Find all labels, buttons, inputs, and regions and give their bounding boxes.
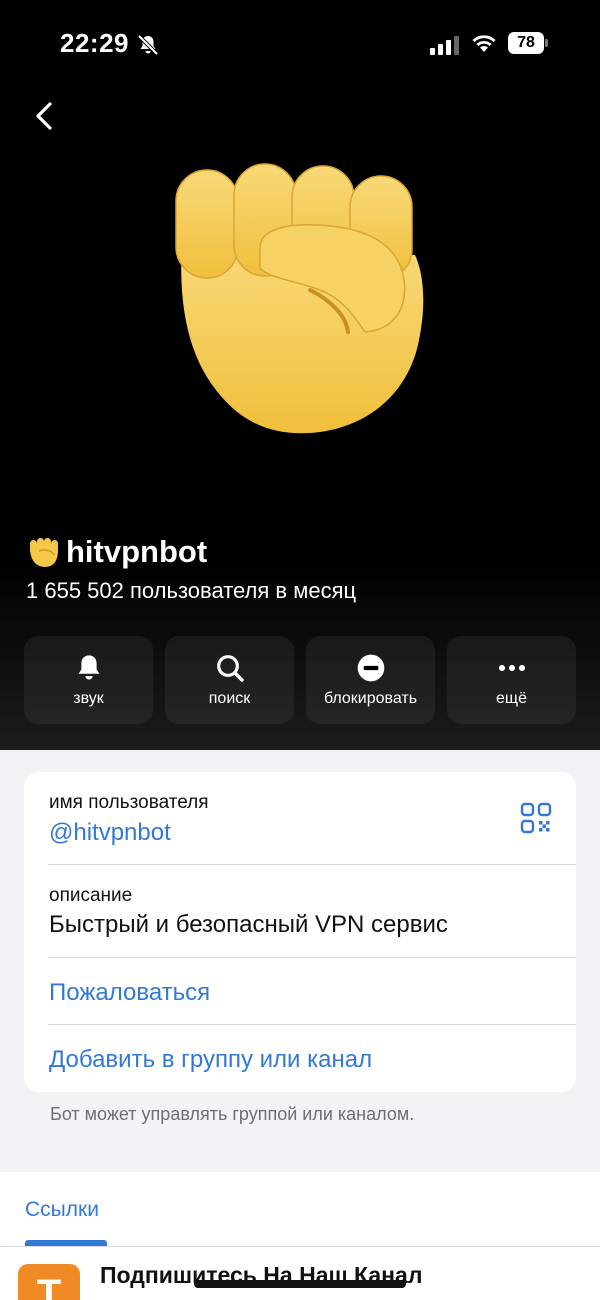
block-icon — [357, 654, 384, 682]
sound-label: звук — [73, 690, 104, 707]
bell-icon — [78, 655, 99, 680]
battery-indicator: 78 — [508, 32, 548, 54]
bot-permission-hint: Бот может управлять группой или каналом. — [50, 1104, 415, 1124]
username-row[interactable]: имя пользователя @hitvpnbot — [24, 772, 576, 864]
block-label: блокировать — [323, 690, 418, 707]
raised-fist-emoji-icon — [30, 538, 58, 567]
status-time: 22:29 — [60, 28, 129, 58]
profile-header: 22:29 78 hitvpnbot 1 655 502 пользовател… — [0, 0, 600, 750]
qr-code-icon[interactable] — [520, 802, 552, 834]
search-label: поиск — [208, 690, 251, 707]
search-button[interactable]: поиск — [165, 636, 294, 724]
add-to-group-row[interactable]: Добавить в группу или канал — [24, 1025, 576, 1092]
divider — [0, 1246, 600, 1247]
link-thumbnail[interactable]: T — [18, 1264, 80, 1300]
description-row: описание Быстрый и безопасный VPN сервис — [24, 865, 576, 957]
profile-name-text: hitvpnbot — [66, 534, 208, 569]
cellular-signal-icon — [430, 36, 459, 55]
profile-name: hitvpnbot — [26, 534, 207, 570]
profile-subscribers: 1 655 502 пользователя в месяц — [26, 578, 357, 603]
info-card: имя пользователя @hitvpnbot описание Быс… — [24, 772, 576, 1092]
block-button[interactable]: блокировать — [306, 636, 435, 724]
status-bar: 22:29 78 — [0, 28, 600, 62]
bell-off-icon — [137, 34, 159, 56]
tab-links[interactable]: Ссылки — [25, 1198, 99, 1222]
report-row[interactable]: Пожаловаться — [24, 958, 576, 1024]
report-button[interactable]: Пожаловаться — [49, 979, 210, 1007]
more-label: ещё — [496, 690, 527, 707]
back-chevron-icon[interactable] — [28, 96, 64, 136]
raised-fist-avatar — [175, 163, 424, 434]
add-to-group-button[interactable]: Добавить в группу или канал — [49, 1046, 372, 1074]
action-buttons: звук поиск блокировать ещё — [24, 636, 576, 724]
more-button[interactable]: ещё — [447, 636, 576, 724]
home-indicator — [194, 1280, 406, 1288]
username-link[interactable]: @hitvpnbot — [49, 819, 171, 847]
battery-level: 78 — [508, 32, 544, 54]
description-text: Быстрый и безопасный VPN сервис — [49, 911, 448, 938]
search-icon — [216, 655, 244, 682]
battery-tip — [545, 39, 548, 47]
description-caption: описание — [49, 885, 133, 906]
username-caption: имя пользователя — [49, 792, 209, 813]
more-icon — [498, 664, 525, 672]
wifi-icon — [472, 35, 496, 52]
sound-button[interactable]: звук — [24, 636, 153, 724]
